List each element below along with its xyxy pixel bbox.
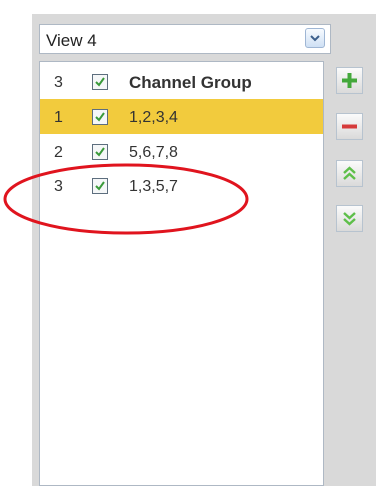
row-checkbox[interactable] [92,109,108,125]
remove-button[interactable] [336,113,363,140]
list-item-2[interactable]: 2 5,6,7,8 [40,134,323,169]
move-up-button[interactable] [336,160,363,187]
row-checkbox[interactable] [92,144,108,160]
dropdown-button[interactable] [305,28,325,48]
list-item-3[interactable]: 3 1,3,5,7 [40,168,323,203]
double-chevron-up-icon [343,166,356,180]
checkmark-icon [95,112,105,122]
move-down-button[interactable] [336,205,363,232]
row-index: 2 [54,144,63,161]
minus-icon [342,124,357,129]
list-item-1[interactable]: 1 1,2,3,4 [40,99,323,134]
header-index: 3 [54,74,63,91]
row-index: 3 [54,178,63,195]
add-button[interactable] [336,67,363,94]
double-chevron-down-icon [343,212,356,226]
checkmark-icon [95,77,105,87]
channel-group-list: 3 Channel Group 1 1,2,3,4 2 5,6,7,8 3 1,… [39,61,324,486]
checkmark-icon [95,147,105,157]
view-select-value: View 4 [46,31,97,50]
header-label: Channel Group [129,73,252,92]
header-checkbox[interactable] [92,74,108,90]
row-label: 5,6,7,8 [129,144,178,161]
row-checkbox[interactable] [92,178,108,194]
list-header-row: 3 Channel Group [40,64,323,99]
row-index: 1 [54,109,63,126]
view-select[interactable]: View 4 [39,24,331,54]
channel-group-panel: View 4 3 Channel Group 1 1,2,3,4 2 5,6,7… [32,14,376,486]
chevron-down-icon [310,35,320,42]
plus-icon [342,73,357,88]
checkmark-icon [95,181,105,191]
row-label: 1,3,5,7 [129,178,178,195]
row-label: 1,2,3,4 [129,109,178,126]
